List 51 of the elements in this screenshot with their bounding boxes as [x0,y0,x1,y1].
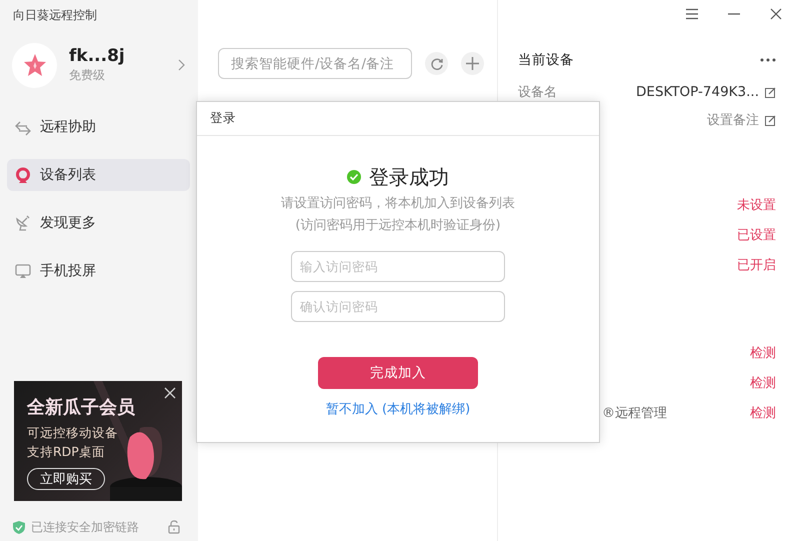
ring-icon [15,166,31,184]
nav-item[interactable]: 设备列表 [7,159,190,191]
setting-status: 已开启 [737,257,776,274]
buy-button[interactable]: 立即购买 [27,468,105,490]
close-icon[interactable] [770,8,782,20]
promo-title: 全新瓜子会员 [27,396,135,419]
success-heading: 登录成功 [369,164,449,190]
join-button[interactable]: 完成加入 [318,357,478,389]
promo-text: 可远控移动设备 [27,425,118,442]
nav-item[interactable]: 发现更多 [7,207,190,239]
lock-icon[interactable] [168,520,180,534]
device-name: DESKTOP-749K3... [636,84,759,100]
skip-link[interactable]: 暂不加入 (本机将被解绑) [326,400,470,418]
arrows-icon [15,118,31,136]
success-check-icon [347,170,361,184]
password-field[interactable]: 确认访问密码 [291,291,505,322]
promo-text: 支持RDP桌面 [27,444,105,461]
nav-item[interactable]: 远程协助 [7,111,190,143]
membership-level: 免费级 [69,67,106,84]
shield-check-icon [13,520,25,534]
plus-icon [466,57,479,70]
edit-icon[interactable] [765,86,776,98]
nav-item[interactable]: 手机投屏 [7,255,190,287]
check-link[interactable]: 检测 [750,374,776,392]
edit-icon[interactable] [765,114,776,126]
password-field[interactable]: 输入访问密码 [291,251,505,282]
screen-cast-icon [15,262,31,280]
chevron-right-icon[interactable] [178,59,185,71]
instruction-text: (访问密码用于远控本机时验证身份) [295,217,501,235]
setting-label: ®远程管理 [602,405,667,422]
instruction-text: 请设置访问密码，将本机加入到设备列表 [281,195,515,213]
account-name[interactable]: fk...8j [69,46,169,67]
menu-icon[interactable] [686,8,698,20]
dialog-title: 登录 [197,102,599,136]
refresh-icon [430,58,442,70]
setting-status: 已设置 [737,227,776,244]
add-button[interactable] [461,52,484,75]
panel-title: 当前设备 [518,51,574,69]
more-icon[interactable] [760,58,776,62]
search-field[interactable]: 搜索智能硬件/设备名/备注 [218,48,412,79]
app-title: 向日葵远程控制 [12,7,98,24]
field-label: 设备名 [518,84,557,101]
connection-status: 已连接安全加密链路 [31,518,139,536]
promo-banner[interactable]: 全新瓜子会员 可远控移动设备 支持RDP桌面 立即购买 [14,381,182,501]
satellite-dish-icon [15,214,31,232]
check-link[interactable]: 检测 [750,404,776,422]
check-link[interactable]: 检测 [750,344,776,362]
setting-status: 未设置 [737,197,776,214]
note-link[interactable]: 设置备注 [707,111,759,129]
refresh-button[interactable] [425,52,448,75]
star-icon [22,53,46,77]
